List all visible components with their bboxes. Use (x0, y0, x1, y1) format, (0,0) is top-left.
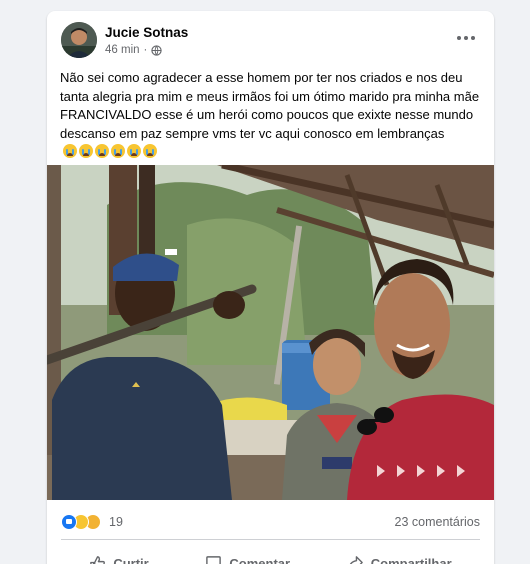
like-button[interactable]: Curtir (81, 549, 156, 564)
globe-icon (151, 44, 163, 56)
crying-face-icon (143, 144, 157, 158)
crying-face-icon (127, 144, 141, 158)
share-button[interactable]: Compartilhar (339, 549, 460, 564)
reaction-count[interactable]: 19 (109, 515, 123, 529)
comments-count[interactable]: 23 comentários (395, 515, 480, 529)
share-label: Compartilhar (370, 555, 452, 564)
action-bar: Curtir Comentar Compartilhar (61, 543, 480, 564)
divider (61, 539, 480, 540)
more-options-icon[interactable] (452, 27, 480, 49)
post-header: Jucie Sotnas 46 min · (47, 11, 494, 63)
meta-separator: · (143, 44, 148, 56)
like-label: Curtir (113, 555, 149, 564)
author-avatar[interactable] (61, 22, 97, 58)
reactions-summary[interactable]: 19 (61, 514, 123, 530)
post-card: Jucie Sotnas 46 min · Não sei como agrad… (47, 11, 494, 564)
comment-icon (206, 555, 222, 564)
author-name[interactable]: Jucie Sotnas (105, 25, 188, 40)
crying-face-icon (63, 144, 77, 158)
like-icon (61, 514, 77, 530)
reactions-row: 19 23 comentários (61, 511, 480, 533)
share-icon (349, 555, 363, 564)
post-text: Não sei como agradecer a esse homem por … (60, 69, 482, 162)
post-meta: 46 min · (105, 44, 163, 56)
crying-face-icon (95, 144, 109, 158)
avatar-image (61, 22, 97, 58)
reaction-icons (61, 514, 101, 530)
photo-image (47, 165, 494, 500)
comment-label: Comentar (229, 555, 291, 564)
comment-button[interactable]: Comentar (197, 549, 298, 564)
crying-face-icon (111, 144, 125, 158)
post-body: Não sei como agradecer a esse homem por … (60, 70, 480, 141)
crying-face-icon (79, 144, 93, 158)
emoji-group (63, 144, 157, 158)
post-photo[interactable] (47, 165, 494, 500)
thumbs-up-icon (90, 555, 106, 564)
post-time[interactable]: 46 min (105, 44, 140, 56)
